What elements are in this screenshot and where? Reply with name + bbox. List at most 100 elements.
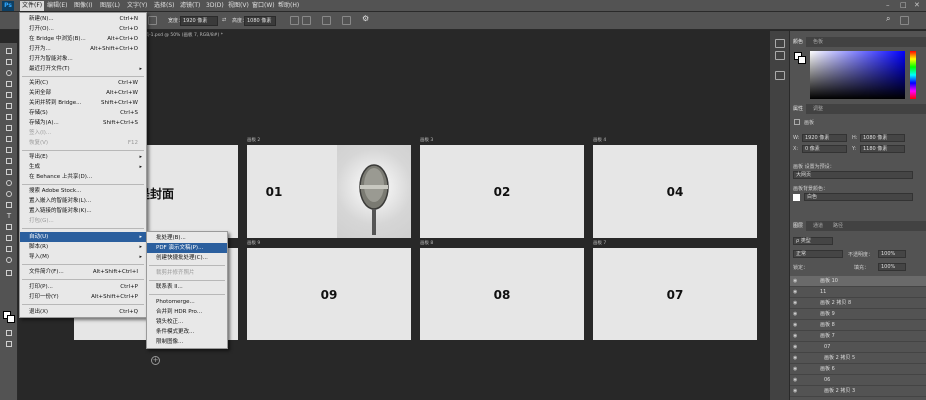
layer-row[interactable]: ◉ 11: [790, 287, 926, 298]
menu-item-crop-straighten[interactable]: 裁剪并修齐照片: [147, 268, 227, 278]
search-icon[interactable]: ⌕: [886, 14, 890, 24]
landscape-icon[interactable]: [302, 16, 311, 25]
menu-item-open-as[interactable]: 打开为... Alt+Shift+Ctrl+O: [20, 44, 146, 54]
quick-mask-icon[interactable]: [4, 328, 14, 337]
menu-help[interactable]: 帮助(H): [276, 1, 301, 11]
marquee-tool-icon[interactable]: [4, 57, 14, 66]
menu-item-save[interactable]: 存储(S) Ctrl+S: [20, 108, 146, 118]
blend-mode-dropdown[interactable]: 正常: [793, 250, 843, 258]
menu-item-share-behance[interactable]: 在 Behance 上共享(D)...: [20, 172, 146, 182]
eye-icon[interactable]: ◉: [793, 331, 797, 341]
menu-edit[interactable]: 编辑(E): [45, 1, 69, 11]
menu-window[interactable]: 窗口(W): [250, 1, 277, 11]
artboard[interactable]: 01: [247, 145, 411, 238]
layer-filter-dropdown[interactable]: ρ 类型: [793, 237, 833, 245]
gradient-tool-icon[interactable]: [4, 167, 14, 176]
lasso-tool-icon[interactable]: [4, 68, 14, 77]
background-color-swatch[interactable]: [7, 315, 15, 323]
workspace-icon[interactable]: [900, 16, 909, 25]
menu-item-package[interactable]: 打包(G)...: [20, 216, 146, 226]
menu-item-generate[interactable]: 生成 ▸: [20, 162, 146, 172]
adjustments-panel-icon[interactable]: [775, 71, 785, 80]
artboard[interactable]: 04: [593, 145, 757, 238]
artboard[interactable]: 08: [420, 248, 584, 340]
screen-mode-icon[interactable]: [4, 339, 14, 348]
menu-item-photomerge[interactable]: Photomerge...: [147, 297, 227, 307]
layer-row[interactable]: ◉ 画板 7: [790, 331, 926, 342]
layer-row[interactable]: ◉ 画板 10: [790, 276, 926, 287]
pen-tool-icon[interactable]: [4, 200, 14, 209]
menu-item-save-as[interactable]: 存储为(A)... Shift+Ctrl+S: [20, 118, 146, 128]
menu-item-exit[interactable]: 退出(X) Ctrl+Q: [20, 307, 146, 317]
move-tool-icon[interactable]: [4, 46, 14, 55]
tab-color[interactable]: 颜色: [790, 37, 807, 47]
menu-item-adobe-stock[interactable]: 搜索 Adobe Stock...: [20, 186, 146, 196]
layer-row[interactable]: ◉ 画板 6: [790, 364, 926, 375]
menu-3d[interactable]: 3D(D): [204, 1, 226, 11]
tab-paths[interactable]: 路径: [830, 221, 846, 231]
menu-item-export[interactable]: 导出(E) ▸: [20, 152, 146, 162]
menu-item-batch[interactable]: 批处理(B)...: [147, 233, 227, 243]
zoom-tool-icon[interactable]: [4, 255, 14, 264]
menu-item-fit-image[interactable]: 限制图像...: [147, 337, 227, 347]
blur-tool-icon[interactable]: [4, 178, 14, 187]
menu-item-create-droplet[interactable]: 创建快捷批处理(C)...: [147, 253, 227, 263]
edit-toolbar-icon[interactable]: [4, 268, 14, 277]
eye-icon[interactable]: ◉: [793, 309, 797, 319]
rectangle-tool-icon[interactable]: [4, 233, 14, 242]
menu-item-conditional-mode[interactable]: 条件模式更改...: [147, 327, 227, 337]
dodge-tool-icon[interactable]: [4, 189, 14, 198]
tab-layers[interactable]: 图层: [790, 221, 807, 231]
brush-tool-icon[interactable]: [4, 123, 14, 132]
document-tab[interactable]: 宽风-1.psd @ 50% (画板 7, RGB/8#) *: [140, 31, 290, 41]
eye-icon[interactable]: ◉: [793, 375, 797, 385]
artboard[interactable]: 09: [247, 248, 411, 340]
align-icon[interactable]: [342, 16, 351, 25]
artboard[interactable]: 02: [420, 145, 584, 238]
tab-properties[interactable]: 属性: [790, 104, 807, 114]
w-field[interactable]: 1920 像素: [802, 134, 847, 142]
menu-item-open-smart-object[interactable]: 打开为智能对象...: [20, 54, 146, 64]
eraser-icon[interactable]: [4, 156, 14, 165]
menu-item-automate[interactable]: 自动(U) ▸: [20, 232, 146, 242]
menu-filter[interactable]: 滤镜(T): [178, 1, 202, 11]
menu-item-merge-hdr[interactable]: 合并到 HDR Pro...: [147, 307, 227, 317]
y-field[interactable]: 1180 像素: [860, 145, 905, 153]
menu-select[interactable]: 选择(S): [152, 1, 177, 11]
history-brush-icon[interactable]: [4, 145, 14, 154]
opacity-field[interactable]: 100%: [878, 250, 906, 258]
menu-item-print-one[interactable]: 打印一份(Y) Alt+Shift+Ctrl+P: [20, 292, 146, 302]
layer-row[interactable]: ◉ 画板 2 拷贝 3: [790, 386, 926, 397]
width-field[interactable]: 1920 像素: [180, 16, 218, 26]
background-color-swatch[interactable]: [798, 56, 806, 64]
hue-slider[interactable]: [910, 51, 916, 99]
layer-row[interactable]: ◉ 06: [790, 375, 926, 386]
menu-item-file-info[interactable]: 文件简介(F)... Alt+Shift+Ctrl+I: [20, 267, 146, 277]
minimize-icon[interactable]: –: [886, 1, 890, 9]
fill-field[interactable]: 100%: [878, 263, 906, 271]
menu-type[interactable]: 文字(Y): [125, 1, 149, 11]
menu-item-close-all[interactable]: 关闭全部 Alt+Ctrl+W: [20, 88, 146, 98]
tab-adjustments[interactable]: 调整: [810, 104, 826, 114]
bg-color-swatch[interactable]: [793, 194, 800, 201]
menu-item-pdf-presentation[interactable]: PDF 演示文稿(P)...: [147, 243, 227, 253]
menu-item-place-linked[interactable]: 置入链接的智能对象(K)...: [20, 206, 146, 216]
add-artboard-plus-icon[interactable]: +: [151, 356, 160, 365]
menu-item-revert[interactable]: 恢复(V) F12: [20, 138, 146, 148]
hand-tool-icon[interactable]: [4, 244, 14, 253]
history-panel-icon[interactable]: [775, 39, 785, 48]
menu-item-contact-sheet[interactable]: 联系表 II...: [147, 282, 227, 292]
preset-dropdown[interactable]: 大网页: [793, 171, 913, 179]
menu-item-lens-correction[interactable]: 镜头校正...: [147, 317, 227, 327]
height-field[interactable]: 1080 像素: [244, 16, 276, 26]
menu-item-scripts[interactable]: 脚本(R) ▸: [20, 242, 146, 252]
eye-icon[interactable]: ◉: [793, 287, 797, 297]
portrait-icon[interactable]: [290, 16, 299, 25]
menu-item-place-embedded[interactable]: 置入嵌入的智能对象(L)...: [20, 196, 146, 206]
eye-icon[interactable]: ◉: [793, 342, 797, 352]
layer-row[interactable]: ◉ 画板 2 拷贝 5: [790, 353, 926, 364]
menu-file[interactable]: 文件(F): [20, 1, 45, 11]
menu-item-open[interactable]: 打开(O)... Ctrl+O: [20, 24, 146, 34]
color-picker-field[interactable]: [810, 51, 905, 99]
clone-stamp-icon[interactable]: [4, 134, 14, 143]
